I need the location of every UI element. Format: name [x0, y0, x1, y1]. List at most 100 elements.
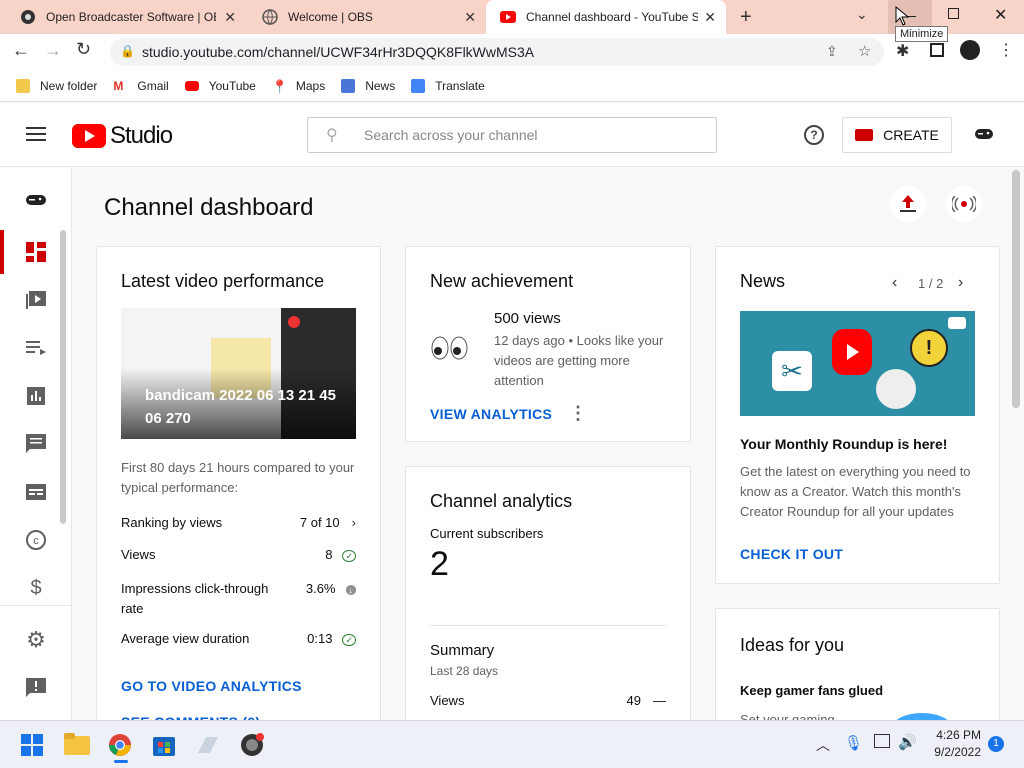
page-scrollbar[interactable] [1012, 170, 1020, 408]
hamburger-menu-icon[interactable] [26, 127, 46, 141]
dashboard-icon[interactable] [24, 240, 48, 264]
forward-icon[interactable]: → [44, 40, 62, 61]
subtitles-icon[interactable] [24, 480, 48, 504]
video-thumbnail[interactable]: bandicam 2022 06 13 21 45 06 270 [121, 308, 356, 439]
tab-search-chevron-icon[interactable]: ⌄ [856, 6, 868, 23]
latest-video-card: Latest video performance bandicam 2022 0… [96, 246, 381, 730]
check-circle-icon: ✓ [342, 634, 356, 646]
tab-obs-home[interactable]: Open Broadcaster Software | OBS ✕ [6, 0, 246, 34]
windows-start-icon[interactable] [20, 733, 44, 757]
bookmark-youtube[interactable]: YouTube [184, 78, 256, 93]
metric-row-avd: Average view duration 0:13 ✓ [121, 631, 356, 646]
chevron-right-icon[interactable]: › [958, 274, 963, 292]
fingerprint-icon [876, 369, 916, 409]
clock-time[interactable]: 4:26 PM [936, 728, 981, 742]
news-image[interactable]: ✂ ! [740, 311, 975, 416]
bookmark-translate[interactable]: Translate [411, 78, 485, 93]
create-button[interactable]: CREATE [842, 117, 952, 153]
metric-value: 7 of 10 [299, 515, 340, 530]
notification-badge[interactable]: 1 [988, 736, 1004, 752]
volume-icon[interactable]: 🔊 [898, 733, 917, 751]
feedback-icon[interactable] [24, 676, 48, 700]
summary-title: Summary [430, 642, 495, 659]
subscribers-value: 2 [430, 545, 449, 583]
shorts-logo-icon [832, 329, 872, 375]
tab-youtube-studio[interactable]: Channel dashboard - YouTube Studio ✕ [486, 0, 726, 34]
go-to-video-analytics-link[interactable]: GO TO VIDEO ANALYTICS [121, 678, 302, 694]
side-panel-icon[interactable] [930, 43, 944, 57]
menu-dots-icon[interactable]: ⋮ [998, 40, 1014, 60]
extensions-icon[interactable]: ✱ [896, 41, 909, 61]
window-close-button[interactable]: ✕ [994, 5, 1007, 25]
subscribers-label: Current subscribers [430, 526, 544, 541]
store-icon[interactable] [152, 733, 176, 757]
share-icon[interactable]: ⇪ [826, 43, 838, 60]
analytics-icon[interactable] [24, 384, 48, 408]
app-icon[interactable] [196, 733, 220, 757]
copyright-icon[interactable]: c [24, 528, 48, 552]
scissors-icon: ✂ [772, 351, 812, 391]
metric-value: 0:13 [307, 631, 333, 646]
channel-avatar[interactable] [24, 188, 48, 212]
file-explorer-icon[interactable] [64, 733, 90, 757]
studio-logo[interactable]: Studio [72, 122, 173, 150]
news-pager: 1 / 2 [918, 276, 944, 291]
address-bar[interactable]: 🔒 studio.youtube.com/channel/UCWF34rHr3D… [110, 38, 884, 66]
sidebar-scrollbar[interactable] [60, 230, 66, 524]
folder-icon [16, 78, 30, 93]
more-vert-icon[interactable]: ⋮ [569, 403, 587, 424]
close-icon[interactable]: ✕ [464, 9, 476, 26]
check-it-out-link[interactable]: CHECK IT OUT [740, 546, 843, 562]
go-live-button[interactable] [946, 186, 982, 222]
video-title: bandicam 2022 06 13 21 45 06 270 [145, 387, 336, 427]
achievement-detail: 12 days ago • Looks like your videos are… [494, 333, 664, 388]
back-icon[interactable]: ← [12, 40, 30, 61]
obs-icon[interactable] [240, 733, 264, 757]
bookmark-gmail[interactable]: M Gmail [113, 79, 168, 93]
achievement-headline: 500 views [494, 310, 561, 327]
tab-label: Open Broadcaster Software | OBS [46, 10, 216, 24]
bookmark-label: News [365, 78, 396, 93]
bookmark-new-folder[interactable]: New folder [16, 78, 97, 93]
bookmark-star-icon[interactable]: ☆ [858, 42, 871, 60]
search-input[interactable]: ⚲ Search across your channel [307, 117, 717, 153]
comments-icon[interactable] [24, 432, 48, 456]
search-placeholder: Search across your channel [364, 127, 538, 143]
new-tab-button[interactable]: + [740, 6, 752, 29]
chevron-left-icon[interactable]: ‹ [892, 274, 897, 292]
bookmark-label: YouTube [208, 78, 256, 93]
avatar[interactable] [960, 40, 980, 60]
microphone-icon[interactable]: 🎙 [844, 734, 863, 752]
card-title: Latest video performance [121, 271, 325, 291]
content-icon[interactable] [24, 288, 48, 312]
alert-icon: ! [910, 329, 948, 367]
metric-label: Views [121, 547, 156, 562]
metric-row-ranking[interactable]: Ranking by views 7 of 10 › [121, 515, 356, 530]
tab-obs-welcome[interactable]: Welcome | OBS ✕ [248, 0, 486, 34]
monetization-icon[interactable]: $ [24, 576, 48, 600]
chevron-up-icon[interactable]: ︿ [816, 735, 830, 755]
youtube-logo-icon [72, 124, 106, 148]
bookmark-label: Translate [435, 78, 485, 93]
gamepad-icon[interactable] [974, 127, 994, 146]
globe-icon [262, 9, 278, 25]
reload-icon[interactable]: ↻ [76, 39, 91, 60]
bookmark-news[interactable]: News [341, 78, 396, 93]
view-analytics-link[interactable]: VIEW ANALYTICS [430, 406, 552, 422]
close-icon[interactable]: ✕ [224, 9, 236, 26]
close-icon[interactable]: ✕ [704, 9, 716, 26]
help-icon[interactable]: ? [804, 125, 824, 145]
summary-period: Last 28 days [430, 664, 499, 678]
bookmarks-bar: New folder M Gmail YouTube 📍 Maps News Tra… [0, 70, 1024, 102]
chrome-icon[interactable] [108, 733, 132, 757]
summary-delta: — [653, 693, 666, 708]
network-icon[interactable] [874, 734, 890, 748]
playlists-icon[interactable] [24, 336, 48, 360]
divider [430, 625, 666, 626]
settings-gear-icon[interactable]: ⚙ [24, 627, 48, 652]
clock-date[interactable]: 9/2/2022 [930, 745, 981, 759]
maximize-button[interactable] [948, 8, 959, 19]
bookmark-maps[interactable]: 📍 Maps [272, 79, 325, 94]
upload-button[interactable] [890, 186, 926, 222]
mouse-cursor-icon [895, 6, 909, 26]
